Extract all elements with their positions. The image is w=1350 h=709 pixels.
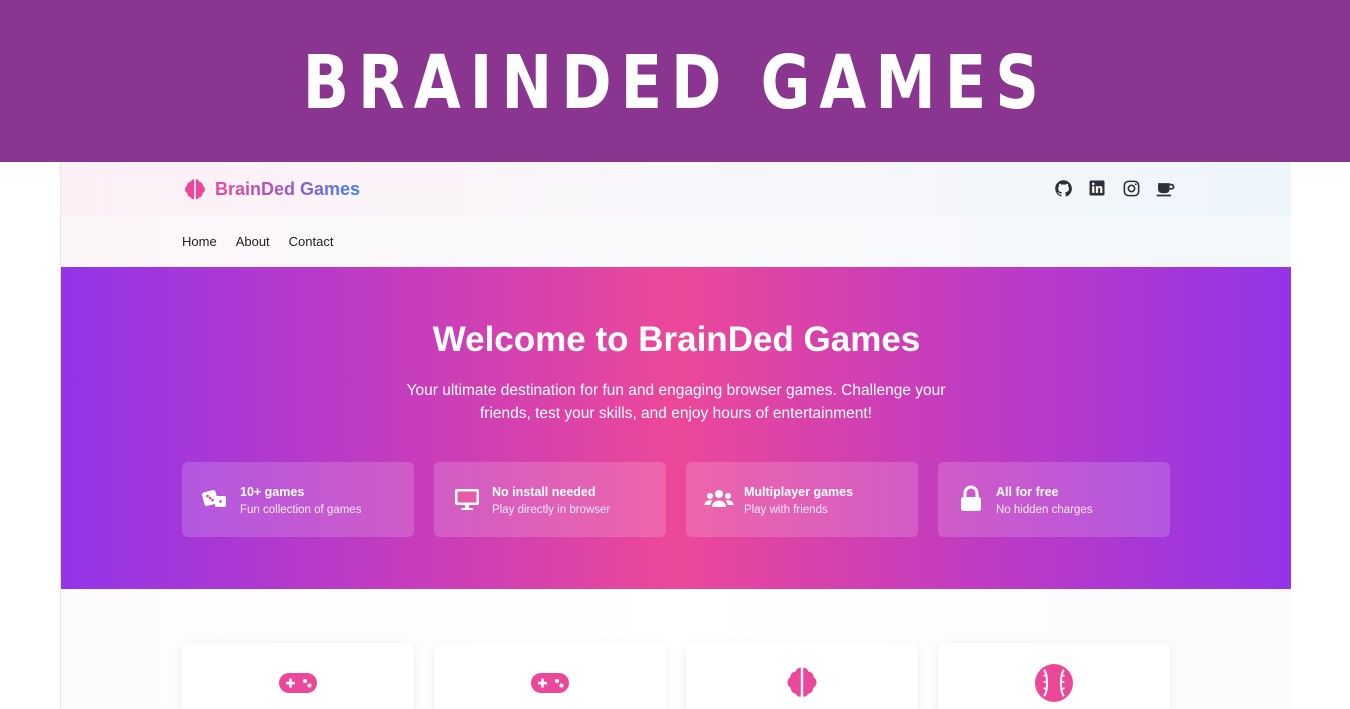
github-icon[interactable]	[1053, 178, 1073, 198]
feature-title: 10+ games	[240, 485, 305, 499]
feature-title: No install needed	[492, 485, 596, 499]
site-header: BrainDed Games	[61, 162, 1291, 216]
brand-name: BrainDed Games	[215, 178, 361, 199]
feature-card: Multiplayer games Play with friends	[686, 462, 918, 537]
feature-desc: No hidden charges	[996, 504, 1093, 516]
website-frame: BrainDed Games Home About Contact Welcom…	[60, 162, 1291, 709]
feature-desc: Play with friends	[744, 504, 828, 516]
brain-icon	[185, 179, 205, 200]
lock-icon	[956, 485, 986, 513]
feature-card: No install needed Play directly in brows…	[434, 462, 666, 537]
feature-card: All for free No hidden charges	[938, 462, 1170, 537]
feature-title: All for free	[996, 485, 1059, 499]
feature-list: 10+ games Fun collection of games No ins…	[182, 462, 1170, 537]
dice-icon	[200, 485, 230, 513]
banner-title: BRAINDED GAMES	[302, 40, 1048, 126]
game-card[interactable]	[182, 643, 414, 709]
promo-banner: BRAINDED GAMES	[0, 0, 1350, 162]
game-card[interactable]	[434, 643, 666, 709]
users-icon	[704, 485, 734, 513]
feature-title: Multiplayer games	[744, 485, 854, 499]
linkedin-icon[interactable]	[1087, 178, 1107, 198]
games-section	[61, 589, 1291, 709]
social-links	[1053, 178, 1175, 198]
gamepad-icon	[278, 663, 318, 703]
baseball-icon	[1034, 663, 1074, 703]
feature-desc: Fun collection of games	[240, 504, 362, 516]
instagram-icon[interactable]	[1121, 178, 1141, 198]
game-card-list	[182, 643, 1170, 709]
game-card[interactable]	[938, 643, 1170, 709]
brain-icon	[782, 663, 822, 703]
monitor-icon	[452, 485, 482, 513]
feature-desc: Play directly in browser	[492, 504, 611, 516]
coffee-icon[interactable]	[1155, 178, 1175, 198]
hero-section: Welcome to BrainDed Games Your ultimate …	[61, 267, 1291, 589]
nav-home-link[interactable]: Home	[182, 234, 217, 249]
nav-contact-link[interactable]: Contact	[289, 234, 334, 249]
nav-about-link[interactable]: About	[236, 234, 270, 249]
hero-subtitle: Your ultimate destination for fun and en…	[406, 382, 946, 422]
hero-title: Welcome to BrainDed Games	[432, 320, 921, 359]
game-card[interactable]	[686, 643, 918, 709]
feature-card: 10+ games Fun collection of games	[182, 462, 414, 537]
main-navigation: Home About Contact	[61, 216, 1291, 267]
brand-logo[interactable]: BrainDed Games	[182, 176, 360, 202]
gamepad-icon	[530, 663, 570, 703]
